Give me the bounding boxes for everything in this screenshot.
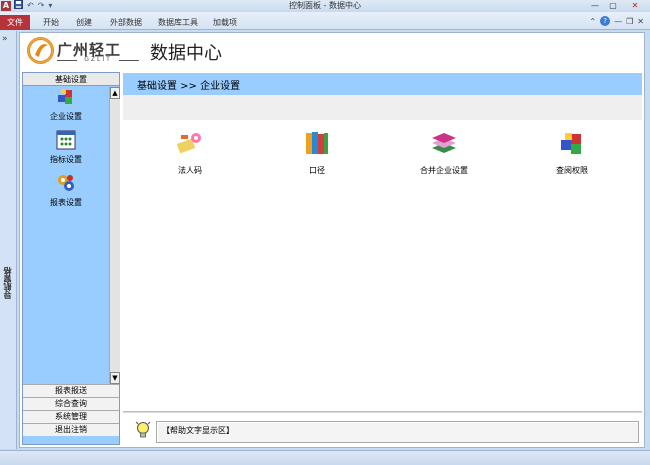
breadcrumb-bar: 基础设置 >> 企业设置 bbox=[123, 73, 642, 95]
navigation-pane[interactable]: » 导航窗格 bbox=[0, 31, 17, 449]
title-bar: A ↶ ↷ ▾ 控制面板 - 数据中心 — ▢ ✕ bbox=[0, 0, 650, 12]
grid-dots-icon bbox=[56, 130, 76, 150]
tile-merged-enterprise[interactable]: 合并企业设置 bbox=[404, 129, 484, 176]
logo-subtext: GZLIT bbox=[57, 56, 139, 63]
lightbulb-icon bbox=[135, 421, 151, 438]
form-header: 广州轻工 GZLIT 数据中心 bbox=[20, 33, 644, 69]
ribbon-right-controls: ⌃ ? — ❐ ✕ bbox=[589, 16, 644, 26]
help-text-box: 【帮助文字显示区】 bbox=[156, 421, 639, 443]
menu-item-indicator-settings[interactable]: 指标设置 bbox=[23, 130, 109, 165]
restore-icon[interactable]: ❐ bbox=[626, 17, 633, 26]
breadcrumb: 基础设置 >> 企业设置 bbox=[137, 81, 241, 92]
tile-label: 查阅权限 bbox=[556, 166, 588, 175]
help-text: 【帮助文字显示区】 bbox=[162, 426, 234, 435]
close-icon[interactable]: ✕ bbox=[623, 0, 647, 12]
menu-list: 企业设置 指标设置 报表设置 bbox=[23, 87, 109, 384]
tab-create[interactable]: 创建 bbox=[76, 15, 92, 30]
stack-icon bbox=[432, 133, 456, 153]
help-separator bbox=[123, 411, 642, 413]
expand-nav-icon[interactable]: » bbox=[2, 34, 8, 44]
logo-mark-icon bbox=[27, 37, 54, 64]
help-area: 【帮助文字显示区】 bbox=[123, 415, 642, 445]
menu-scrollbar[interactable]: ▲ ▼ bbox=[109, 87, 120, 384]
toolbar-strip bbox=[123, 95, 642, 120]
left-menu: 基础设置 企业设置 指标设置 报表设置 ▲ ▼ 报表报送 综合查询 系统管理 退… bbox=[22, 72, 120, 445]
ribbon-tab-bar: 文件 开始 创建 外部数据 数据库工具 加载项 ⌃ ? — ❐ ✕ bbox=[0, 12, 650, 30]
company-logo: 广州轻工 GZLIT bbox=[27, 37, 139, 65]
tab-add-ins[interactable]: 加载项 bbox=[213, 15, 237, 30]
help-icon[interactable]: ? bbox=[600, 16, 611, 26]
menu-item-label: 企业设置 bbox=[50, 112, 82, 121]
status-bar bbox=[0, 450, 650, 465]
minimize-icon[interactable]: — bbox=[614, 17, 622, 26]
ribbon-collapse-icon[interactable]: ⌃ bbox=[589, 17, 596, 26]
menu-item-enterprise-settings[interactable]: 企业设置 bbox=[23, 87, 109, 122]
tile-legal-code[interactable]: 法人码 bbox=[150, 129, 230, 176]
menu-heading-basic-settings[interactable]: 基础设置 bbox=[23, 73, 119, 86]
tab-database-tools[interactable]: 数据库工具 bbox=[158, 15, 198, 30]
menu-section-report-submit[interactable]: 报表报送 bbox=[23, 384, 119, 397]
page-title: 数据中心 bbox=[150, 43, 222, 64]
menu-item-report-settings[interactable]: 报表设置 bbox=[23, 173, 109, 208]
form-window: 广州轻工 GZLIT 数据中心 基础设置 企业设置 指标设置 报表设置 ▲ ▼ … bbox=[19, 32, 645, 448]
menu-section-system-admin[interactable]: 系统管理 bbox=[23, 410, 119, 423]
books-icon bbox=[306, 132, 328, 154]
maximize-icon[interactable]: ▢ bbox=[605, 0, 621, 12]
tile-view-permissions[interactable]: 查阅权限 bbox=[532, 129, 612, 176]
gears-icon bbox=[58, 175, 74, 191]
file-tab[interactable]: 文件 bbox=[0, 15, 30, 30]
tab-external-data[interactable]: 外部数据 bbox=[110, 15, 142, 30]
blocks-icon bbox=[561, 133, 581, 154]
blocks-icon bbox=[58, 89, 72, 104]
menu-section-logout[interactable]: 退出注销 bbox=[23, 423, 119, 436]
nav-pane-label[interactable]: 导航窗格 bbox=[2, 267, 13, 299]
menu-item-label: 报表设置 bbox=[50, 198, 82, 207]
tile-label: 法人码 bbox=[178, 166, 202, 175]
menu-item-label: 指标设置 bbox=[50, 155, 82, 164]
window-title: 控制面板 - 数据中心 bbox=[289, 1, 361, 10]
scroll-up-icon[interactable]: ▲ bbox=[110, 87, 120, 99]
close-icon[interactable]: ✕ bbox=[637, 17, 644, 26]
menu-section-query[interactable]: 综合查询 bbox=[23, 397, 119, 410]
tile-caliber[interactable]: 口径 bbox=[277, 129, 357, 176]
scroll-down-icon[interactable]: ▼ bbox=[110, 372, 120, 384]
minimize-icon[interactable]: — bbox=[587, 0, 603, 12]
tab-home[interactable]: 开始 bbox=[43, 15, 59, 30]
tile-label: 口径 bbox=[309, 166, 325, 175]
tile-label: 合并企业设置 bbox=[420, 166, 468, 175]
keys-icon bbox=[176, 133, 201, 154]
